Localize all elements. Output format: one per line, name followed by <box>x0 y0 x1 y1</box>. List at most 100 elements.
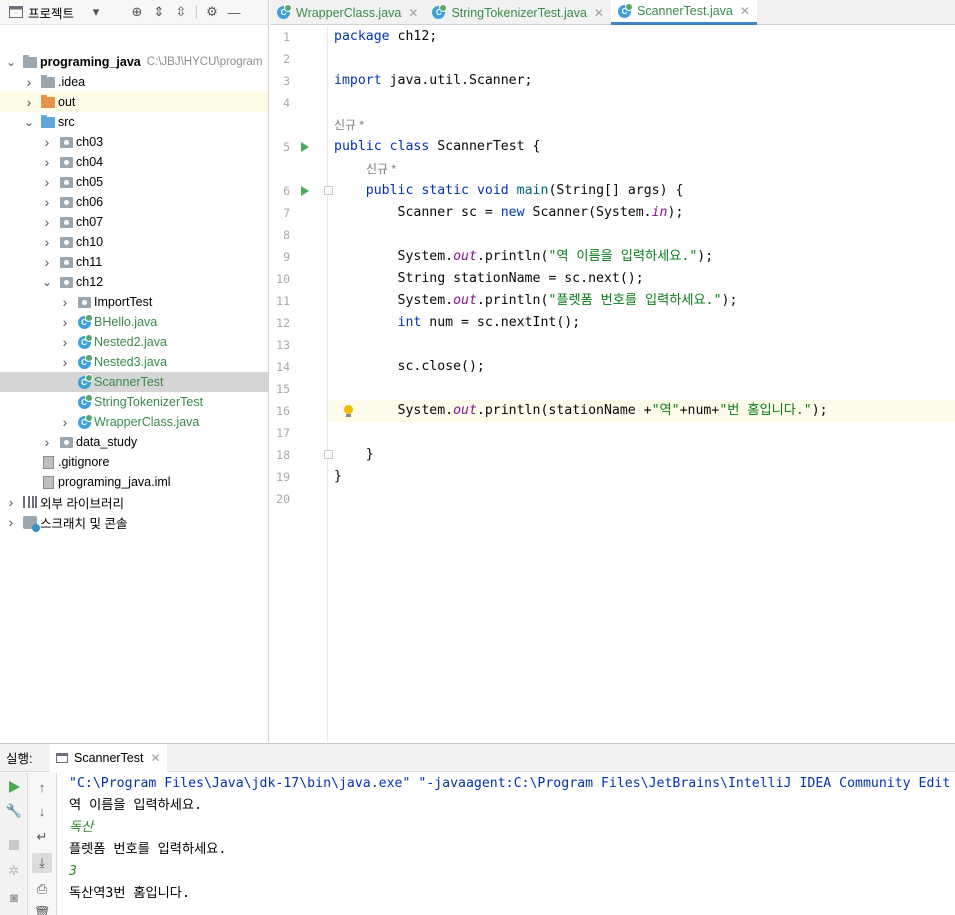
code-editor[interactable]: 1 2 3 4 5 6 7 8 9 10 11 12 13 14 15 16 17 18 19 20 package … <box>270 26 955 742</box>
chevron-right-icon[interactable]: › <box>40 154 54 170</box>
code-vision-hint[interactable]: 신규 * <box>366 158 396 180</box>
code-line[interactable]: } <box>334 444 955 466</box>
code-line[interactable] <box>334 92 955 114</box>
tree-item[interactable]: › ch07 <box>0 212 268 232</box>
arrow-up-icon[interactable]: ↑ <box>32 777 52 797</box>
project-view-title[interactable]: 프로젝트 <box>28 3 88 22</box>
folder-icon <box>41 94 55 108</box>
editor-tab[interactable]: C WrapperClass.java ✕ <box>270 0 425 25</box>
stop-icon[interactable] <box>4 835 24 855</box>
editor-tab[interactable]: C ScannerTest.java ✕ <box>610 0 757 25</box>
tree-item[interactable]: › ch04 <box>0 152 268 172</box>
code-vision-hint[interactable]: 신규 * <box>334 114 364 136</box>
tree-item[interactable]: › ch10 <box>0 232 268 252</box>
tree-item[interactable]: programing_java.iml <box>0 472 268 492</box>
tree-item[interactable]: › 스크래치 및 콘솔 <box>0 512 268 532</box>
tree-item[interactable]: C StringTokenizerTest <box>0 392 268 412</box>
code-line[interactable]: public static void main(String[] args) { <box>334 180 955 202</box>
code-line[interactable] <box>334 334 955 356</box>
tree-item[interactable]: › ch05 <box>0 172 268 192</box>
hide-icon[interactable]: — <box>223 1 245 23</box>
code-line[interactable]: public class ScannerTest { <box>334 136 955 158</box>
tree-item[interactable]: › data_study <box>0 432 268 452</box>
tree-item[interactable]: › 외부 라이브러리 <box>0 492 268 512</box>
tree-item[interactable]: › out <box>0 92 268 112</box>
editor-tab[interactable]: C StringTokenizerTest.java ✕ <box>425 0 611 25</box>
run-gutter-icon[interactable] <box>301 142 309 152</box>
chevron-right-icon[interactable]: › <box>58 354 72 370</box>
tree-item[interactable]: .gitignore <box>0 452 268 472</box>
close-icon[interactable]: ✕ <box>594 6 604 20</box>
tree-item[interactable]: ⌄ programing_java C:\JBJ\HYCU\program <box>0 52 268 72</box>
chevron-down-icon[interactable]: ▾ <box>88 1 104 23</box>
chevron-down-icon[interactable]: ⌄ <box>4 55 18 69</box>
code-line[interactable]: System.out.println("플렛폼 번호를 입력하세요."); <box>334 290 955 312</box>
code-line[interactable]: } <box>334 466 955 488</box>
debug-icon[interactable]: ✲ <box>4 861 24 881</box>
chevron-right-icon[interactable]: › <box>58 414 72 430</box>
run-gutter-icon[interactable] <box>301 186 309 196</box>
tree-item[interactable]: › C BHello.java <box>0 312 268 332</box>
tree-item[interactable]: › C Nested3.java <box>0 352 268 372</box>
close-icon[interactable]: ✕ <box>408 6 418 20</box>
close-icon[interactable]: ✕ <box>740 4 750 18</box>
code-line[interactable]: Scanner sc = new Scanner(System.in); <box>334 202 955 224</box>
arrow-down-icon[interactable]: ↓ <box>32 801 52 821</box>
chevron-right-icon[interactable]: › <box>40 234 54 250</box>
chevron-right-icon[interactable]: › <box>58 334 72 350</box>
code-line[interactable] <box>334 48 955 70</box>
chevron-right-icon[interactable]: › <box>4 514 18 530</box>
chevron-right-icon[interactable]: › <box>40 434 54 450</box>
rerun-icon[interactable] <box>4 777 24 797</box>
console-output[interactable]: "C:\Program Files\Java\jdk-17\bin\java.e… <box>69 773 955 915</box>
camera-icon[interactable]: ◙ <box>4 887 24 907</box>
chevron-down-icon[interactable]: ⌄ <box>40 275 54 289</box>
trash-icon[interactable]: 🗑 <box>32 903 52 915</box>
code-line[interactable] <box>334 224 955 246</box>
expand-all-icon[interactable]: ⇕ <box>148 1 170 23</box>
chevron-right-icon[interactable]: › <box>40 174 54 190</box>
chevron-down-icon[interactable]: ⌄ <box>22 115 36 129</box>
tree-item[interactable]: C ScannerTest <box>0 372 268 392</box>
run-tab-scannertest[interactable]: ScannerTest ✕ <box>50 743 167 772</box>
collapse-all-icon[interactable]: ⇳ <box>170 1 192 23</box>
tree-item[interactable]: › .idea <box>0 72 268 92</box>
soft-wrap-icon[interactable]: ↵ <box>32 827 52 847</box>
code-line[interactable]: System.out.println("역 이름을 입력하세요."); <box>334 246 955 268</box>
locate-icon[interactable]: ⊕ <box>126 1 148 23</box>
code-line[interactable]: package ch12; <box>334 26 955 48</box>
chevron-right-icon[interactable]: › <box>40 214 54 230</box>
chevron-right-icon[interactable]: › <box>22 74 36 90</box>
tree-item[interactable]: › ImportTest <box>0 292 268 312</box>
code-line[interactable]: int num = sc.nextInt(); <box>334 312 955 334</box>
tree-item[interactable]: ⌄ ch12 <box>0 272 268 292</box>
code-line[interactable] <box>334 488 955 510</box>
tree-item[interactable]: › ch06 <box>0 192 268 212</box>
chevron-right-icon[interactable]: › <box>40 134 54 150</box>
code-line[interactable]: String stationName = sc.next(); <box>334 268 955 290</box>
gear-icon[interactable]: ⚙ <box>201 1 223 23</box>
chevron-right-icon[interactable]: › <box>58 294 72 310</box>
chevron-right-icon[interactable]: › <box>58 314 72 330</box>
scroll-to-end-icon[interactable]: ⤓ <box>32 853 52 873</box>
fold-icon[interactable] <box>324 450 333 459</box>
close-icon[interactable]: ✕ <box>150 751 160 765</box>
chevron-right-icon[interactable]: › <box>4 494 18 510</box>
tree-item[interactable]: ⌄ src <box>0 112 268 132</box>
code-line[interactable]: sc.close(); <box>334 356 955 378</box>
code-line[interactable] <box>334 422 955 444</box>
code-line[interactable]: System.out.println(stationName +"역"+num+… <box>328 400 955 422</box>
chevron-right-icon[interactable]: › <box>40 194 54 210</box>
code-line[interactable] <box>334 378 955 400</box>
lightbulb-icon[interactable] <box>343 405 353 417</box>
wrench-icon[interactable]: 🔧 <box>4 801 24 821</box>
tree-item[interactable]: › ch03 <box>0 132 268 152</box>
code-line[interactable]: import java.util.Scanner; <box>334 70 955 92</box>
chevron-right-icon[interactable]: › <box>40 254 54 270</box>
tree-item[interactable]: › C Nested2.java <box>0 332 268 352</box>
tree-item[interactable]: › C WrapperClass.java <box>0 412 268 432</box>
chevron-right-icon[interactable]: › <box>22 94 36 110</box>
tree-item[interactable]: › ch11 <box>0 252 268 272</box>
fold-icon[interactable] <box>324 186 333 195</box>
print-icon[interactable]: ⎙ <box>32 879 52 899</box>
